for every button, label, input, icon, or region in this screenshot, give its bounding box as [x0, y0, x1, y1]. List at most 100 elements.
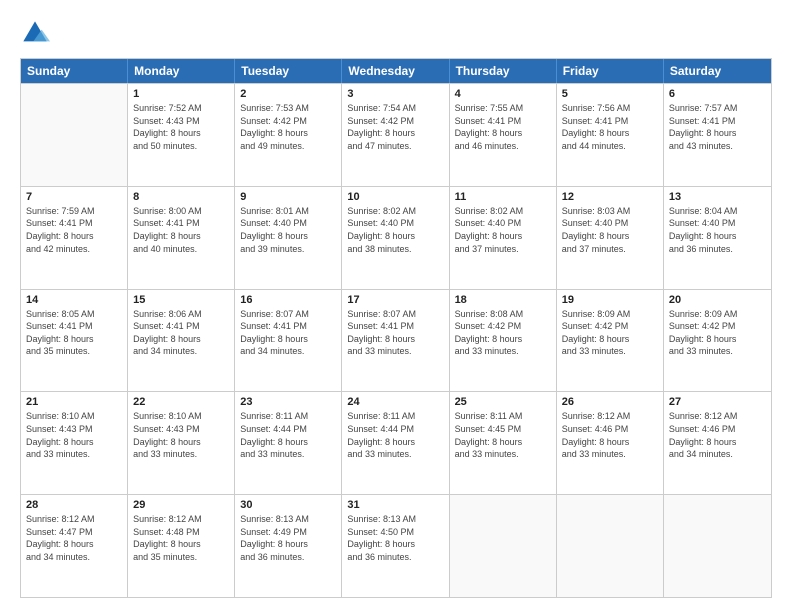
cell-info: Sunrise: 8:01 AMSunset: 4:40 PMDaylight:… — [240, 205, 336, 255]
cal-cell: 7 Sunrise: 7:59 AMSunset: 4:41 PMDaylight… — [21, 187, 128, 289]
cell-date: 8 — [133, 191, 229, 203]
cal-cell — [21, 84, 128, 186]
cal-cell: 30 Sunrise: 8:13 AMSunset: 4:49 PMDayligh… — [235, 495, 342, 597]
cell-info: Sunrise: 8:09 AMSunset: 4:42 PMDaylight:… — [669, 308, 766, 358]
page: SundayMondayTuesdayWednesdayThursdayFrid… — [0, 0, 792, 612]
cal-cell: 23 Sunrise: 8:11 AMSunset: 4:44 PMDayligh… — [235, 392, 342, 494]
cell-info: Sunrise: 8:10 AMSunset: 4:43 PMDaylight:… — [133, 410, 229, 460]
cell-date: 30 — [240, 499, 336, 511]
cell-info: Sunrise: 7:59 AMSunset: 4:41 PMDaylight:… — [26, 205, 122, 255]
cell-date: 1 — [133, 88, 229, 100]
cell-date: 6 — [669, 88, 766, 100]
cal-cell: 19Sunrise: 8:09 AMSunset: 4:42 PMDayligh… — [557, 290, 664, 392]
cell-info: Sunrise: 8:10 AMSunset: 4:43 PMDaylight:… — [26, 410, 122, 460]
cal-cell: 1 Sunrise: 7:52 AMSunset: 4:43 PMDaylight… — [128, 84, 235, 186]
cell-date: 4 — [455, 88, 551, 100]
cell-date: 13 — [669, 191, 766, 203]
cell-info: Sunrise: 8:13 AMSunset: 4:50 PMDaylight:… — [347, 513, 443, 563]
logo-icon — [20, 18, 50, 48]
cal-cell: 18 Sunrise: 8:08 AMSunset: 4:42 PMDayligh… — [450, 290, 557, 392]
header-day-monday: Monday — [128, 59, 235, 83]
cal-cell: 17Sunrise: 8:07 AMSunset: 4:41 PMDayligh… — [342, 290, 449, 392]
logo — [20, 18, 54, 48]
week-row-5: 28Sunrise: 8:12 AMSunset: 4:47 PMDayligh… — [21, 494, 771, 597]
cell-date: 26 — [562, 396, 658, 408]
cal-cell: 15Sunrise: 8:06 AMSunset: 4:41 PMDayligh… — [128, 290, 235, 392]
cell-info: Sunrise: 8:08 AMSunset: 4:42 PMDaylight:… — [455, 308, 551, 358]
cal-cell: 5 Sunrise: 7:56 AMSunset: 4:41 PMDaylight… — [557, 84, 664, 186]
cell-date: 22 — [133, 396, 229, 408]
header-day-tuesday: Tuesday — [235, 59, 342, 83]
cell-info: Sunrise: 8:13 AMSunset: 4:49 PMDaylight:… — [240, 513, 336, 563]
header-day-wednesday: Wednesday — [342, 59, 449, 83]
cell-date: 27 — [669, 396, 766, 408]
cal-cell: 8 Sunrise: 8:00 AMSunset: 4:41 PMDaylight… — [128, 187, 235, 289]
cell-date: 10 — [347, 191, 443, 203]
cal-cell: 31 Sunrise: 8:13 AMSunset: 4:50 PMDayligh… — [342, 495, 449, 597]
week-row-3: 14 Sunrise: 8:05 AMSunset: 4:41 PMDayligh… — [21, 289, 771, 392]
cal-cell: 29Sunrise: 8:12 AMSunset: 4:48 PMDayligh… — [128, 495, 235, 597]
cell-info: Sunrise: 8:02 AMSunset: 4:40 PMDaylight:… — [347, 205, 443, 255]
week-row-2: 7 Sunrise: 7:59 AMSunset: 4:41 PMDaylight… — [21, 186, 771, 289]
cal-cell: 12 Sunrise: 8:03 AMSunset: 4:40 PMDayligh… — [557, 187, 664, 289]
cal-cell: 13Sunrise: 8:04 AMSunset: 4:40 PMDayligh… — [664, 187, 771, 289]
cell-date: 3 — [347, 88, 443, 100]
cell-date: 15 — [133, 294, 229, 306]
cell-info: Sunrise: 8:07 AMSunset: 4:41 PMDaylight:… — [347, 308, 443, 358]
cell-info: Sunrise: 8:03 AMSunset: 4:40 PMDaylight:… — [562, 205, 658, 255]
cal-cell: 20 Sunrise: 8:09 AMSunset: 4:42 PMDayligh… — [664, 290, 771, 392]
cell-info: Sunrise: 8:11 AMSunset: 4:45 PMDaylight:… — [455, 410, 551, 460]
cell-info: Sunrise: 7:52 AMSunset: 4:43 PMDaylight:… — [133, 102, 229, 152]
cell-date: 5 — [562, 88, 658, 100]
cal-cell: 3Sunrise: 7:54 AMSunset: 4:42 PMDaylight… — [342, 84, 449, 186]
cell-info: Sunrise: 8:07 AMSunset: 4:41 PMDaylight:… — [240, 308, 336, 358]
cal-cell: 14 Sunrise: 8:05 AMSunset: 4:41 PMDayligh… — [21, 290, 128, 392]
cell-date: 18 — [455, 294, 551, 306]
cell-info: Sunrise: 7:56 AMSunset: 4:41 PMDaylight:… — [562, 102, 658, 152]
cell-info: Sunrise: 7:55 AMSunset: 4:41 PMDaylight:… — [455, 102, 551, 152]
cal-cell: 9Sunrise: 8:01 AMSunset: 4:40 PMDaylight… — [235, 187, 342, 289]
cal-cell: 22 Sunrise: 8:10 AMSunset: 4:43 PMDayligh… — [128, 392, 235, 494]
cal-cell — [450, 495, 557, 597]
cell-date: 19 — [562, 294, 658, 306]
cell-info: Sunrise: 7:57 AMSunset: 4:41 PMDaylight:… — [669, 102, 766, 152]
cell-date: 12 — [562, 191, 658, 203]
cal-cell: 25 Sunrise: 8:11 AMSunset: 4:45 PMDayligh… — [450, 392, 557, 494]
cell-info: Sunrise: 8:02 AMSunset: 4:40 PMDaylight:… — [455, 205, 551, 255]
cell-date: 14 — [26, 294, 122, 306]
header-day-thursday: Thursday — [450, 59, 557, 83]
cell-date: 23 — [240, 396, 336, 408]
cal-cell: 2 Sunrise: 7:53 AMSunset: 4:42 PMDaylight… — [235, 84, 342, 186]
cal-cell — [664, 495, 771, 597]
cell-date: 31 — [347, 499, 443, 511]
cal-cell: 4 Sunrise: 7:55 AMSunset: 4:41 PMDaylight… — [450, 84, 557, 186]
cell-date: 24 — [347, 396, 443, 408]
cell-info: Sunrise: 8:11 AMSunset: 4:44 PMDaylight:… — [240, 410, 336, 460]
cell-info: Sunrise: 8:12 AMSunset: 4:47 PMDaylight:… — [26, 513, 122, 563]
calendar-header: SundayMondayTuesdayWednesdayThursdayFrid… — [21, 59, 771, 83]
cell-info: Sunrise: 8:12 AMSunset: 4:48 PMDaylight:… — [133, 513, 229, 563]
cell-date: 25 — [455, 396, 551, 408]
cal-cell: 16 Sunrise: 8:07 AMSunset: 4:41 PMDayligh… — [235, 290, 342, 392]
cal-cell: 10 Sunrise: 8:02 AMSunset: 4:40 PMDayligh… — [342, 187, 449, 289]
cell-date: 16 — [240, 294, 336, 306]
cell-info: Sunrise: 8:12 AMSunset: 4:46 PMDaylight:… — [562, 410, 658, 460]
cal-cell: 24Sunrise: 8:11 AMSunset: 4:44 PMDayligh… — [342, 392, 449, 494]
week-row-4: 21 Sunrise: 8:10 AMSunset: 4:43 PMDayligh… — [21, 391, 771, 494]
header — [20, 18, 772, 48]
cal-cell: 11 Sunrise: 8:02 AMSunset: 4:40 PMDayligh… — [450, 187, 557, 289]
cell-info: Sunrise: 8:00 AMSunset: 4:41 PMDaylight:… — [133, 205, 229, 255]
cell-date: 7 — [26, 191, 122, 203]
cal-cell: 26 Sunrise: 8:12 AMSunset: 4:46 PMDayligh… — [557, 392, 664, 494]
cell-date: 21 — [26, 396, 122, 408]
cell-date: 20 — [669, 294, 766, 306]
header-day-friday: Friday — [557, 59, 664, 83]
cell-info: Sunrise: 8:12 AMSunset: 4:46 PMDaylight:… — [669, 410, 766, 460]
header-day-saturday: Saturday — [664, 59, 771, 83]
cell-date: 2 — [240, 88, 336, 100]
cell-info: Sunrise: 8:05 AMSunset: 4:41 PMDaylight:… — [26, 308, 122, 358]
cal-cell — [557, 495, 664, 597]
cell-info: Sunrise: 7:53 AMSunset: 4:42 PMDaylight:… — [240, 102, 336, 152]
cell-date: 11 — [455, 191, 551, 203]
calendar-body: 1 Sunrise: 7:52 AMSunset: 4:43 PMDaylight… — [21, 83, 771, 597]
